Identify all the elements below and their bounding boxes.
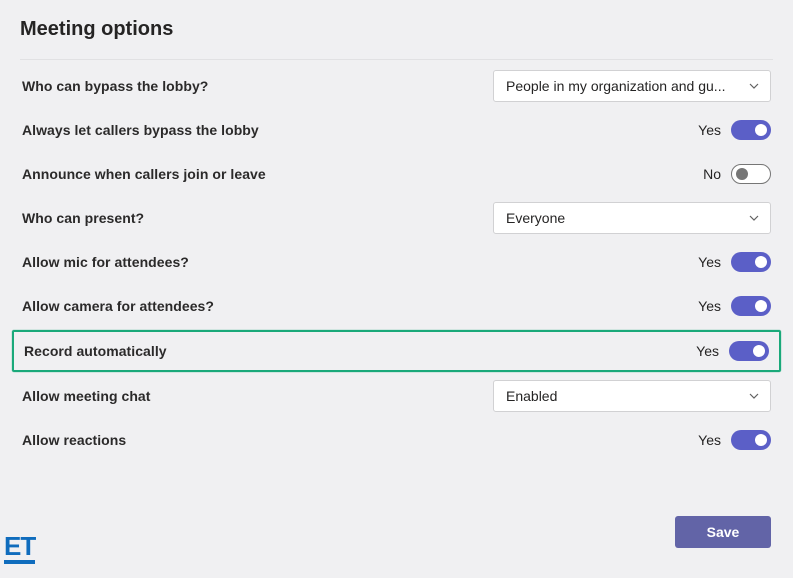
highlight-record: Record automatically Yes xyxy=(12,330,781,372)
toggle-callers-bypass[interactable] xyxy=(731,120,771,140)
label-bypass-lobby: Who can bypass the lobby? xyxy=(22,78,208,94)
toggle-reactions[interactable] xyxy=(731,430,771,450)
row-camera: Allow camera for attendees? Yes xyxy=(20,284,773,328)
row-bypass-lobby: Who can bypass the lobby? People in my o… xyxy=(20,64,773,108)
toggle-state-camera: Yes xyxy=(698,298,721,314)
toggle-announce[interactable] xyxy=(731,164,771,184)
chevron-down-icon xyxy=(748,80,760,92)
row-announce: Announce when callers join or leave No xyxy=(20,152,773,196)
label-reactions: Allow reactions xyxy=(22,432,126,448)
row-chat: Allow meeting chat Enabled xyxy=(20,374,773,418)
section-divider xyxy=(20,59,773,60)
select-chat-value: Enabled xyxy=(506,388,557,404)
select-bypass-lobby[interactable]: People in my organization and gu... xyxy=(493,70,771,102)
toggle-mic[interactable] xyxy=(731,252,771,272)
select-chat[interactable]: Enabled xyxy=(493,380,771,412)
label-callers-bypass: Always let callers bypass the lobby xyxy=(22,122,259,138)
watermark-logo: ET xyxy=(4,533,35,564)
row-mic: Allow mic for attendees? Yes xyxy=(20,240,773,284)
footer: Save xyxy=(20,516,773,548)
chevron-down-icon xyxy=(748,390,760,402)
select-bypass-lobby-value: People in my organization and gu... xyxy=(506,78,725,94)
label-chat: Allow meeting chat xyxy=(22,388,150,404)
chevron-down-icon xyxy=(748,212,760,224)
row-present: Who can present? Everyone xyxy=(20,196,773,240)
page-title: Meeting options xyxy=(20,18,773,41)
label-record: Record automatically xyxy=(24,343,167,359)
label-present: Who can present? xyxy=(22,210,144,226)
toggle-state-callers-bypass: Yes xyxy=(698,122,721,138)
label-announce: Announce when callers join or leave xyxy=(22,166,266,182)
toggle-state-reactions: Yes xyxy=(698,432,721,448)
toggle-state-announce: No xyxy=(703,166,721,182)
toggle-record[interactable] xyxy=(729,341,769,361)
label-camera: Allow camera for attendees? xyxy=(22,298,214,314)
select-present-value: Everyone xyxy=(506,210,565,226)
row-callers-bypass: Always let callers bypass the lobby Yes xyxy=(20,108,773,152)
label-mic: Allow mic for attendees? xyxy=(22,254,189,270)
toggle-state-mic: Yes xyxy=(698,254,721,270)
save-button[interactable]: Save xyxy=(675,516,771,548)
select-present[interactable]: Everyone xyxy=(493,202,771,234)
row-reactions: Allow reactions Yes xyxy=(20,418,773,462)
toggle-camera[interactable] xyxy=(731,296,771,316)
toggle-state-record: Yes xyxy=(696,343,719,359)
row-record: Record automatically Yes xyxy=(22,332,771,370)
